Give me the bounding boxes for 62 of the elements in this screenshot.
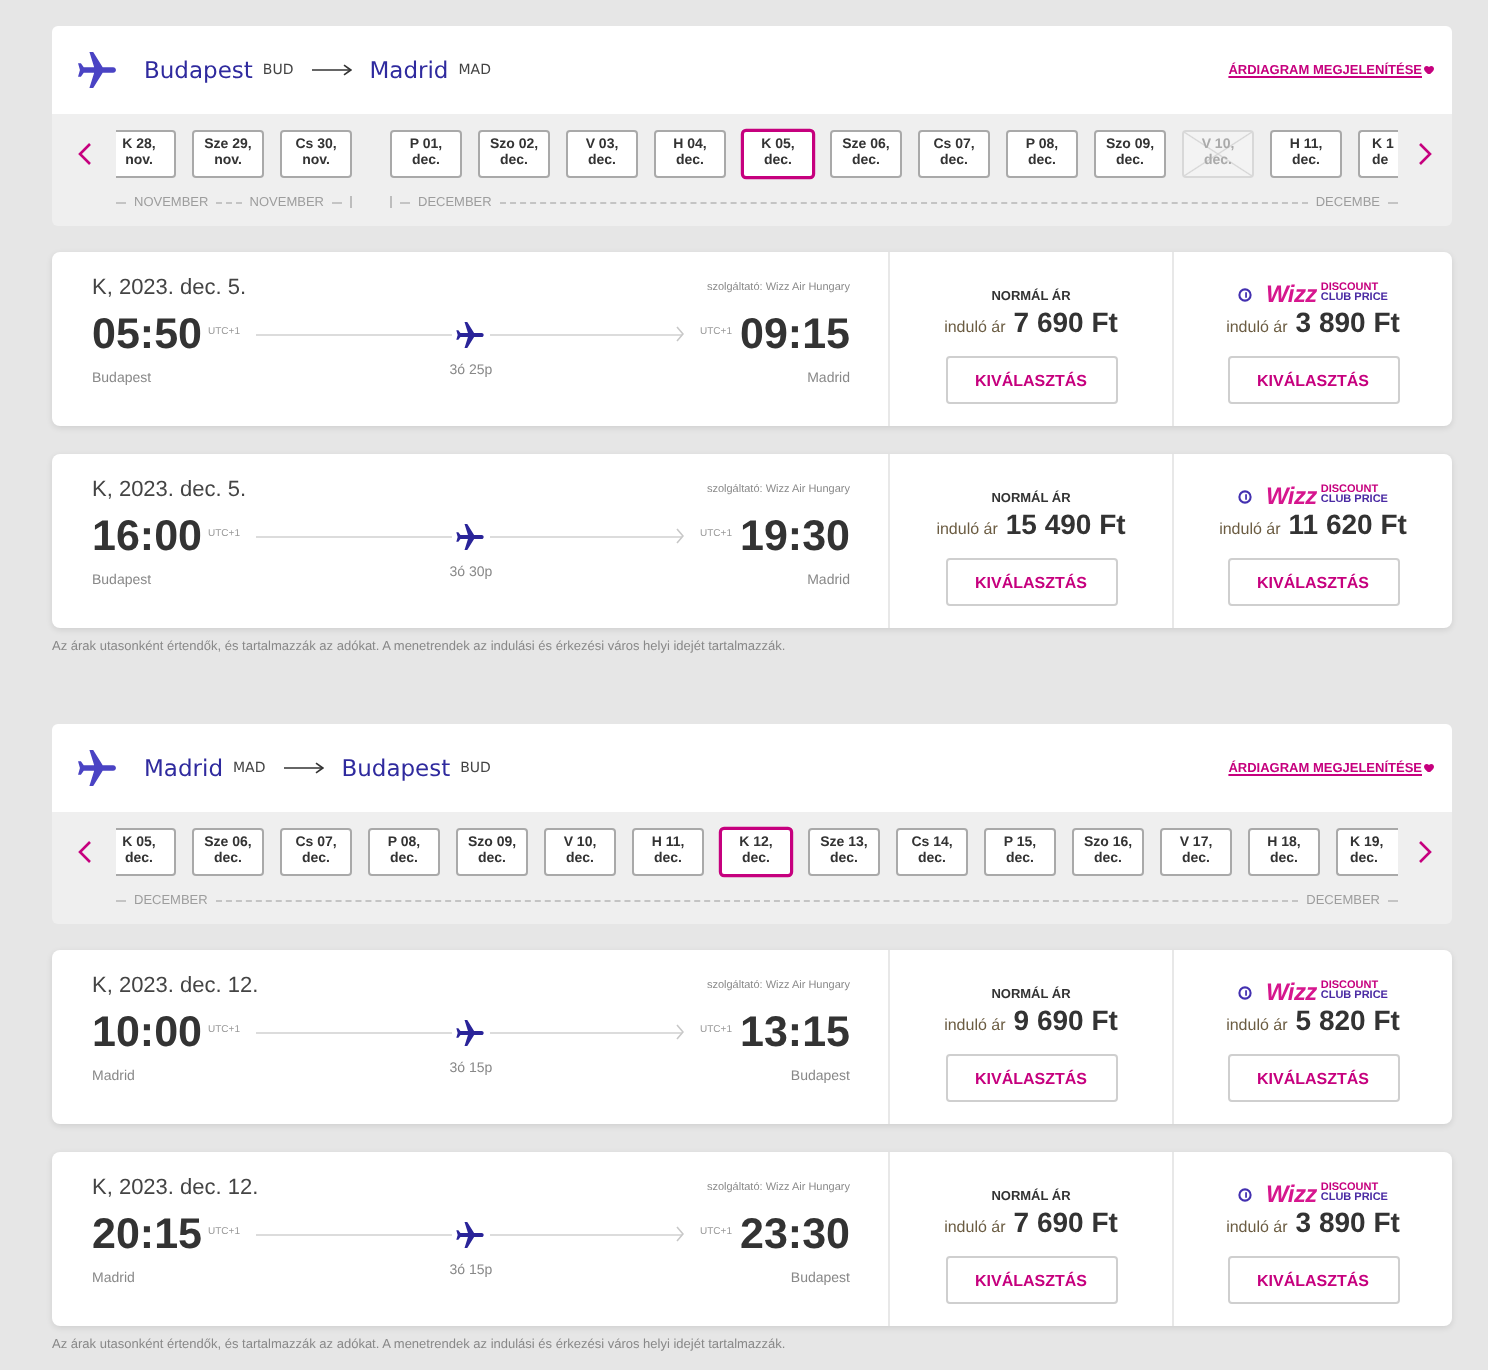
- airplane-icon: [455, 1019, 483, 1045]
- fare-price: 3 890 Ft: [1295, 306, 1400, 338]
- destination-city: Budapest: [341, 754, 451, 782]
- flight-date: K, 2023. dec. 12.: [92, 974, 259, 998]
- price-prefix: induló ár: [1226, 316, 1288, 340]
- logo-wordmark: Wizz: [1266, 484, 1317, 508]
- price-prefix: induló ár: [944, 1014, 1006, 1038]
- airplane-icon: [455, 321, 483, 347]
- arrow-icon: [311, 64, 352, 76]
- price-prefix: induló ár: [1219, 518, 1281, 542]
- price-prefix: induló ár: [936, 518, 998, 542]
- ring-icon: [1238, 985, 1252, 999]
- select-button[interactable]: KIVÁLASZTÁS: [1227, 558, 1399, 606]
- select-button[interactable]: KIVÁLASZTÁS: [945, 1256, 1117, 1304]
- logo-wordmark: Wizz: [1266, 1182, 1317, 1206]
- chevron-right-icon[interactable]: [1418, 840, 1432, 864]
- price-prefix: induló ár: [1226, 1216, 1288, 1240]
- arrival-time: 23:30: [740, 1208, 850, 1260]
- ring-icon: [1238, 489, 1252, 503]
- heart-icon: [1424, 763, 1434, 773]
- flight-date: K, 2023. dec. 5.: [92, 478, 247, 502]
- origin-city: Madrid: [144, 754, 223, 782]
- ring-icon: [1238, 1187, 1252, 1201]
- price-prefix: induló ár: [944, 316, 1006, 340]
- select-button[interactable]: KIVÁLASZTÁS: [945, 1054, 1117, 1102]
- fare-price: 9 690 Ft: [1013, 1004, 1118, 1036]
- select-button[interactable]: KIVÁLASZTÁS: [945, 558, 1117, 606]
- arrow-icon: [283, 762, 324, 774]
- logo-wordmark: Wizz: [1266, 980, 1317, 1004]
- departure-time: 05:50: [92, 308, 202, 360]
- fare-price: 5 820 Ft: [1295, 1004, 1400, 1036]
- airplane-icon: [455, 1221, 483, 1247]
- flight-date: K, 2023. dec. 5.: [92, 276, 247, 300]
- chevron-left-icon[interactable]: [77, 142, 91, 166]
- fare-price: 15 490 Ft: [1005, 508, 1126, 540]
- flight-date: K, 2023. dec. 12.: [92, 1176, 259, 1200]
- logo-wordmark: Wizz: [1266, 282, 1317, 306]
- heart-icon: [1424, 65, 1434, 75]
- price-prefix: induló ár: [944, 1216, 1006, 1240]
- select-button[interactable]: KIVÁLASZTÁS: [945, 356, 1117, 404]
- price-prefix: induló ár: [1226, 1014, 1288, 1038]
- destination-city: Madrid: [369, 56, 449, 84]
- departure-time: 20:15: [92, 1208, 202, 1260]
- fare-price: 3 890 Ft: [1295, 1206, 1400, 1238]
- arrival-time: 13:15: [740, 1006, 850, 1058]
- airplane-icon: [76, 750, 118, 786]
- chevron-right-icon[interactable]: [1418, 142, 1432, 166]
- arrival-time: 09:15: [740, 308, 850, 360]
- departure-time: 10:00: [92, 1006, 202, 1058]
- arrival-time: 19:30: [740, 510, 850, 562]
- fare-price: 7 690 Ft: [1013, 1206, 1118, 1238]
- origin-city: Budapest: [144, 56, 253, 84]
- select-button[interactable]: KIVÁLASZTÁS: [1227, 356, 1399, 404]
- airplane-icon: [455, 523, 483, 549]
- fare-price: 7 690 Ft: [1013, 306, 1118, 338]
- ring-icon: [1238, 287, 1252, 301]
- select-button[interactable]: KIVÁLASZTÁS: [1227, 1054, 1399, 1102]
- chevron-left-icon[interactable]: [77, 840, 91, 864]
- select-button[interactable]: KIVÁLASZTÁS: [1227, 1256, 1399, 1304]
- fare-price: 11 620 Ft: [1288, 508, 1407, 540]
- airplane-icon: [76, 52, 118, 88]
- departure-time: 16:00: [92, 510, 202, 562]
